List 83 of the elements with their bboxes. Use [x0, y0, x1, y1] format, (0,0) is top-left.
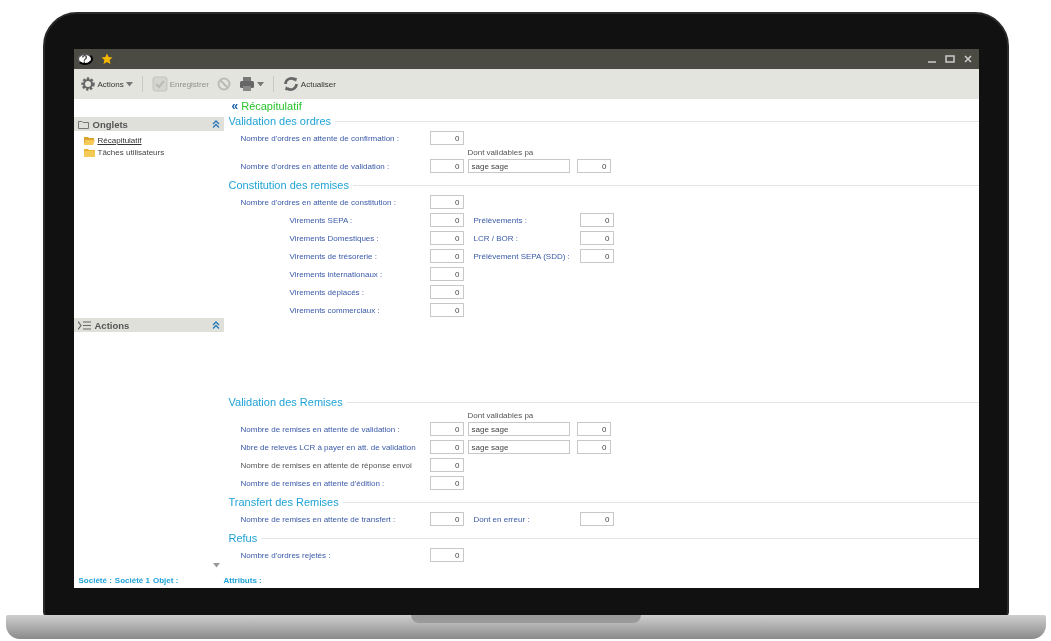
- column-caption: Dont validables pa: [467, 147, 534, 157]
- number-field[interactable]: 0: [579, 512, 614, 526]
- number-field[interactable]: 0: [576, 422, 611, 436]
- panel-header[interactable]: Onglets: [73, 117, 224, 131]
- section-heading: Transfert des Remises: [228, 496, 339, 508]
- scroll-down-icon[interactable]: [212, 563, 220, 568]
- open-folder-icon: [83, 136, 95, 145]
- folder-icon: [77, 119, 89, 129]
- field-label: Prélèvements :: [473, 215, 528, 225]
- section-heading: Refus: [228, 532, 258, 544]
- number-field[interactable]: 0: [429, 458, 464, 472]
- number-field[interactable]: 0: [429, 476, 464, 490]
- number-field[interactable]: 0: [579, 213, 614, 227]
- section-heading: Validation des ordres: [228, 115, 332, 127]
- validator-field[interactable]: sage sage: [467, 422, 570, 436]
- company-label: Société :: [78, 575, 112, 585]
- tab-item[interactable]: Récapitulatif: [83, 136, 224, 145]
- field-label: LCR / BOR :: [473, 233, 519, 243]
- star-icon[interactable]: [100, 53, 113, 65]
- section-heading: Validation des Remises: [228, 396, 343, 408]
- field-label: Virements SEPA :: [289, 215, 353, 225]
- collapse-link[interactable]: «: [231, 100, 239, 112]
- field-label: Nombre d'ordres rejetés :: [240, 550, 331, 560]
- object-label: Objet :: [153, 575, 179, 585]
- validator-field[interactable]: sage sage: [467, 440, 570, 454]
- refresh-icon: [282, 76, 299, 92]
- caret-icon: [256, 81, 264, 87]
- number-field[interactable]: 0: [429, 195, 464, 209]
- field-label: Virements Domestiques :: [289, 233, 379, 243]
- panel-title: Onglets: [92, 118, 129, 130]
- field-label: Nombre d'ordres en attente de confirmation :: [240, 133, 399, 143]
- collapse-icon[interactable]: [211, 321, 220, 329]
- list-icon: [77, 320, 91, 330]
- number-field[interactable]: 0: [429, 512, 464, 526]
- gear-icon: [79, 76, 96, 92]
- toolbar-button[interactable]: Actualiser: [280, 74, 338, 94]
- page-title: Récapitulatif: [241, 100, 302, 112]
- field-label: Nombre d'ordres en attente de constitution :: [240, 197, 396, 207]
- field-label: Nombre de remises en attente d'édition :: [240, 478, 385, 488]
- field-label: Prélèvement SEPA (SDD) :: [473, 251, 571, 261]
- number-field[interactable]: 0: [576, 159, 611, 173]
- panel-title: Actions: [94, 319, 131, 331]
- number-field[interactable]: 0: [579, 249, 614, 263]
- number-field[interactable]: 0: [429, 440, 464, 454]
- number-field[interactable]: 0: [429, 422, 464, 436]
- company-value: Société 1: [114, 575, 150, 585]
- field-label: Virements déplacés :: [289, 287, 365, 297]
- number-field[interactable]: 0: [429, 249, 464, 263]
- field-label: Nbre de relevés LCR à payer en att. de validation: [240, 442, 416, 452]
- field-label: Virements commerciaux :: [289, 305, 380, 315]
- attributes-label: Attributs :: [223, 575, 262, 585]
- field-label: Dont en erreur :: [473, 514, 531, 524]
- field-label: Nombre de remises en attente de validation :: [240, 424, 400, 434]
- caret-icon: [125, 81, 133, 87]
- number-field[interactable]: 0: [429, 131, 464, 145]
- column-caption: Dont validables pa: [467, 410, 534, 420]
- folder-icon: [83, 148, 95, 157]
- number-field[interactable]: 0: [429, 159, 464, 173]
- number-field[interactable]: 0: [429, 267, 464, 281]
- validator-field[interactable]: sage sage: [467, 159, 570, 173]
- number-field[interactable]: 0: [576, 440, 611, 454]
- printer-icon: [238, 76, 255, 92]
- field-label: Virements internationaux :: [289, 269, 383, 279]
- panel-header[interactable]: Actions: [73, 318, 224, 332]
- toolbar-button[interactable]: Actions: [77, 74, 135, 94]
- close-icon[interactable]: [962, 54, 973, 64]
- collapse-icon[interactable]: [211, 120, 220, 128]
- field-label: Virements de trésorerie :: [289, 251, 377, 261]
- section-heading: Constitution des remises: [228, 179, 349, 191]
- check-icon: [151, 76, 168, 92]
- number-field[interactable]: 0: [429, 213, 464, 227]
- maximize-icon[interactable]: [944, 54, 955, 64]
- number-field[interactable]: 0: [429, 548, 464, 562]
- field-label: Nombre de remises en attente de réponse envoi: [240, 460, 412, 470]
- field-label: Nombre d'ordres en attente de validation :: [240, 161, 390, 171]
- number-field[interactable]: 0: [429, 231, 464, 245]
- number-field[interactable]: 0: [429, 285, 464, 299]
- help-button[interactable]: ?: [76, 53, 93, 65]
- cancel-icon: [216, 77, 231, 91]
- field-label: Nombre de remises en attente de transfert :: [240, 514, 396, 524]
- number-field[interactable]: 0: [579, 231, 614, 245]
- number-field[interactable]: 0: [429, 303, 464, 317]
- tab-item[interactable]: Tâches utilisateurs: [83, 148, 224, 157]
